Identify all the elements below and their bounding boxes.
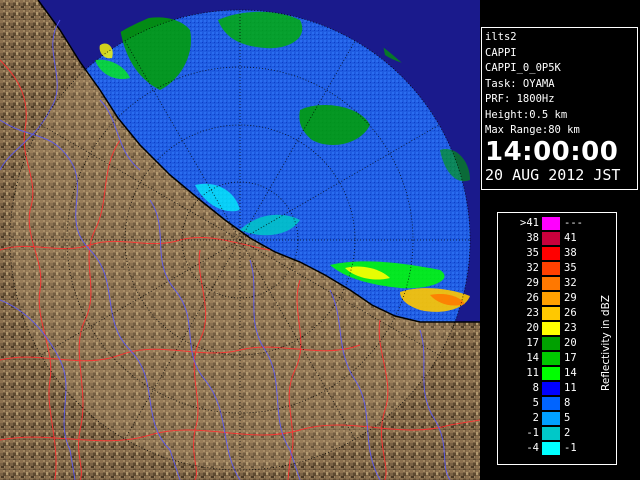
reflectivity-legend: >41 --- 38 41 35 38 32 35 29 32 26 29 23 26 20 23 17 20 14…	[497, 212, 617, 465]
legend-title-wrap: Reflectivity in dBZ	[598, 233, 614, 453]
info-panel: ilts2 CAPPI CAPPI_0_0P5K Task: OYAMA PRF…	[481, 27, 638, 190]
legend-row: 38 41	[498, 231, 598, 246]
legend-color-swatch	[542, 397, 560, 410]
legend-title: Reflectivity in dBZ	[600, 295, 612, 391]
legend-color-swatch	[542, 292, 560, 305]
legend-upper-value: ---	[564, 217, 583, 229]
legend-upper-value: 23	[564, 322, 577, 334]
legend-color-swatch	[542, 217, 560, 230]
legend-row: 26 29	[498, 291, 598, 306]
legend-color-swatch	[542, 337, 560, 350]
legend-lower-value: 8	[532, 382, 539, 394]
legend-row: 11 14	[498, 366, 598, 381]
legend-color-swatch	[542, 412, 560, 425]
legend-row: >41 ---	[498, 216, 598, 231]
legend-lower-value: 23	[526, 307, 539, 319]
legend-lower-value: -4	[526, 442, 539, 454]
legend-color-swatch	[542, 352, 560, 365]
legend-lower-value: 14	[526, 352, 539, 364]
legend-color-swatch	[542, 277, 560, 290]
prf-label: PRF: 1800Hz	[485, 93, 555, 105]
legend-row: -1 2	[498, 426, 598, 441]
legend-lower-value: 11	[526, 367, 539, 379]
observation-time: 14:00:00	[485, 136, 619, 167]
legend-upper-value: 20	[564, 337, 577, 349]
task-label: Task: OYAMA	[485, 77, 555, 90]
legend-upper-value: 38	[564, 247, 577, 259]
legend-lower-value: 17	[526, 337, 539, 349]
legend-row: -4 -1	[498, 441, 598, 456]
legend-color-swatch	[542, 382, 560, 395]
radar-map	[0, 0, 480, 480]
legend-color-swatch	[542, 442, 560, 455]
legend-upper-value: 26	[564, 307, 577, 319]
legend-color-swatch	[542, 247, 560, 260]
legend-row: 14 17	[498, 351, 598, 366]
product-name: CAPPI	[485, 46, 517, 59]
legend-lower-value: 2	[532, 412, 539, 424]
legend-upper-value: 8	[564, 397, 571, 409]
legend-row: 58	[498, 396, 598, 411]
legend-lower-value: 35	[526, 247, 539, 259]
legend-row: 8 11	[498, 381, 598, 396]
legend-color-swatch	[542, 427, 560, 440]
legend-upper-value: 5	[564, 412, 571, 424]
legend-lower-value: 38	[526, 232, 539, 244]
observation-date: 20 AUG 2012 JST	[485, 165, 621, 184]
legend-upper-value: 29	[564, 292, 577, 304]
legend-row: 23 26	[498, 306, 598, 321]
legend-row: 32 35	[498, 261, 598, 276]
legend-color-swatch	[542, 367, 560, 380]
legend-upper-value: 35	[564, 262, 577, 274]
legend-row: 35 38	[498, 246, 598, 261]
height-label: Height:0.5 km	[485, 108, 568, 121]
legend-upper-value: 2	[564, 427, 571, 439]
legend-lower-value: 26	[526, 292, 539, 304]
legend-upper-value: 32	[564, 277, 577, 289]
product-id: CAPPI_0_0P5K	[485, 62, 561, 74]
legend-lower-value: 20	[526, 322, 539, 334]
legend-row: 20 23	[498, 321, 598, 336]
legend-lower-value: 5	[532, 397, 539, 409]
legend-upper-value: 11	[564, 382, 577, 394]
legend-lower-value: 32	[526, 262, 539, 274]
legend-color-swatch	[542, 322, 560, 335]
legend-upper-value: 14	[564, 367, 577, 379]
legend-color-swatch	[542, 262, 560, 275]
legend-lower-value: -1	[526, 427, 539, 439]
site-name: ilts2	[485, 31, 517, 43]
legend-color-swatch	[542, 307, 560, 320]
legend-upper-value: 41	[564, 232, 577, 244]
legend-lower-value: >41	[520, 217, 539, 229]
legend-upper-value: -1	[564, 442, 577, 454]
legend-row: 17 20	[498, 336, 598, 351]
legend-upper-value: 17	[564, 352, 577, 364]
legend-lower-value: 29	[526, 277, 539, 289]
legend-row: 29 32	[498, 276, 598, 291]
legend-row: 25	[498, 411, 598, 426]
legend-color-swatch	[542, 232, 560, 245]
